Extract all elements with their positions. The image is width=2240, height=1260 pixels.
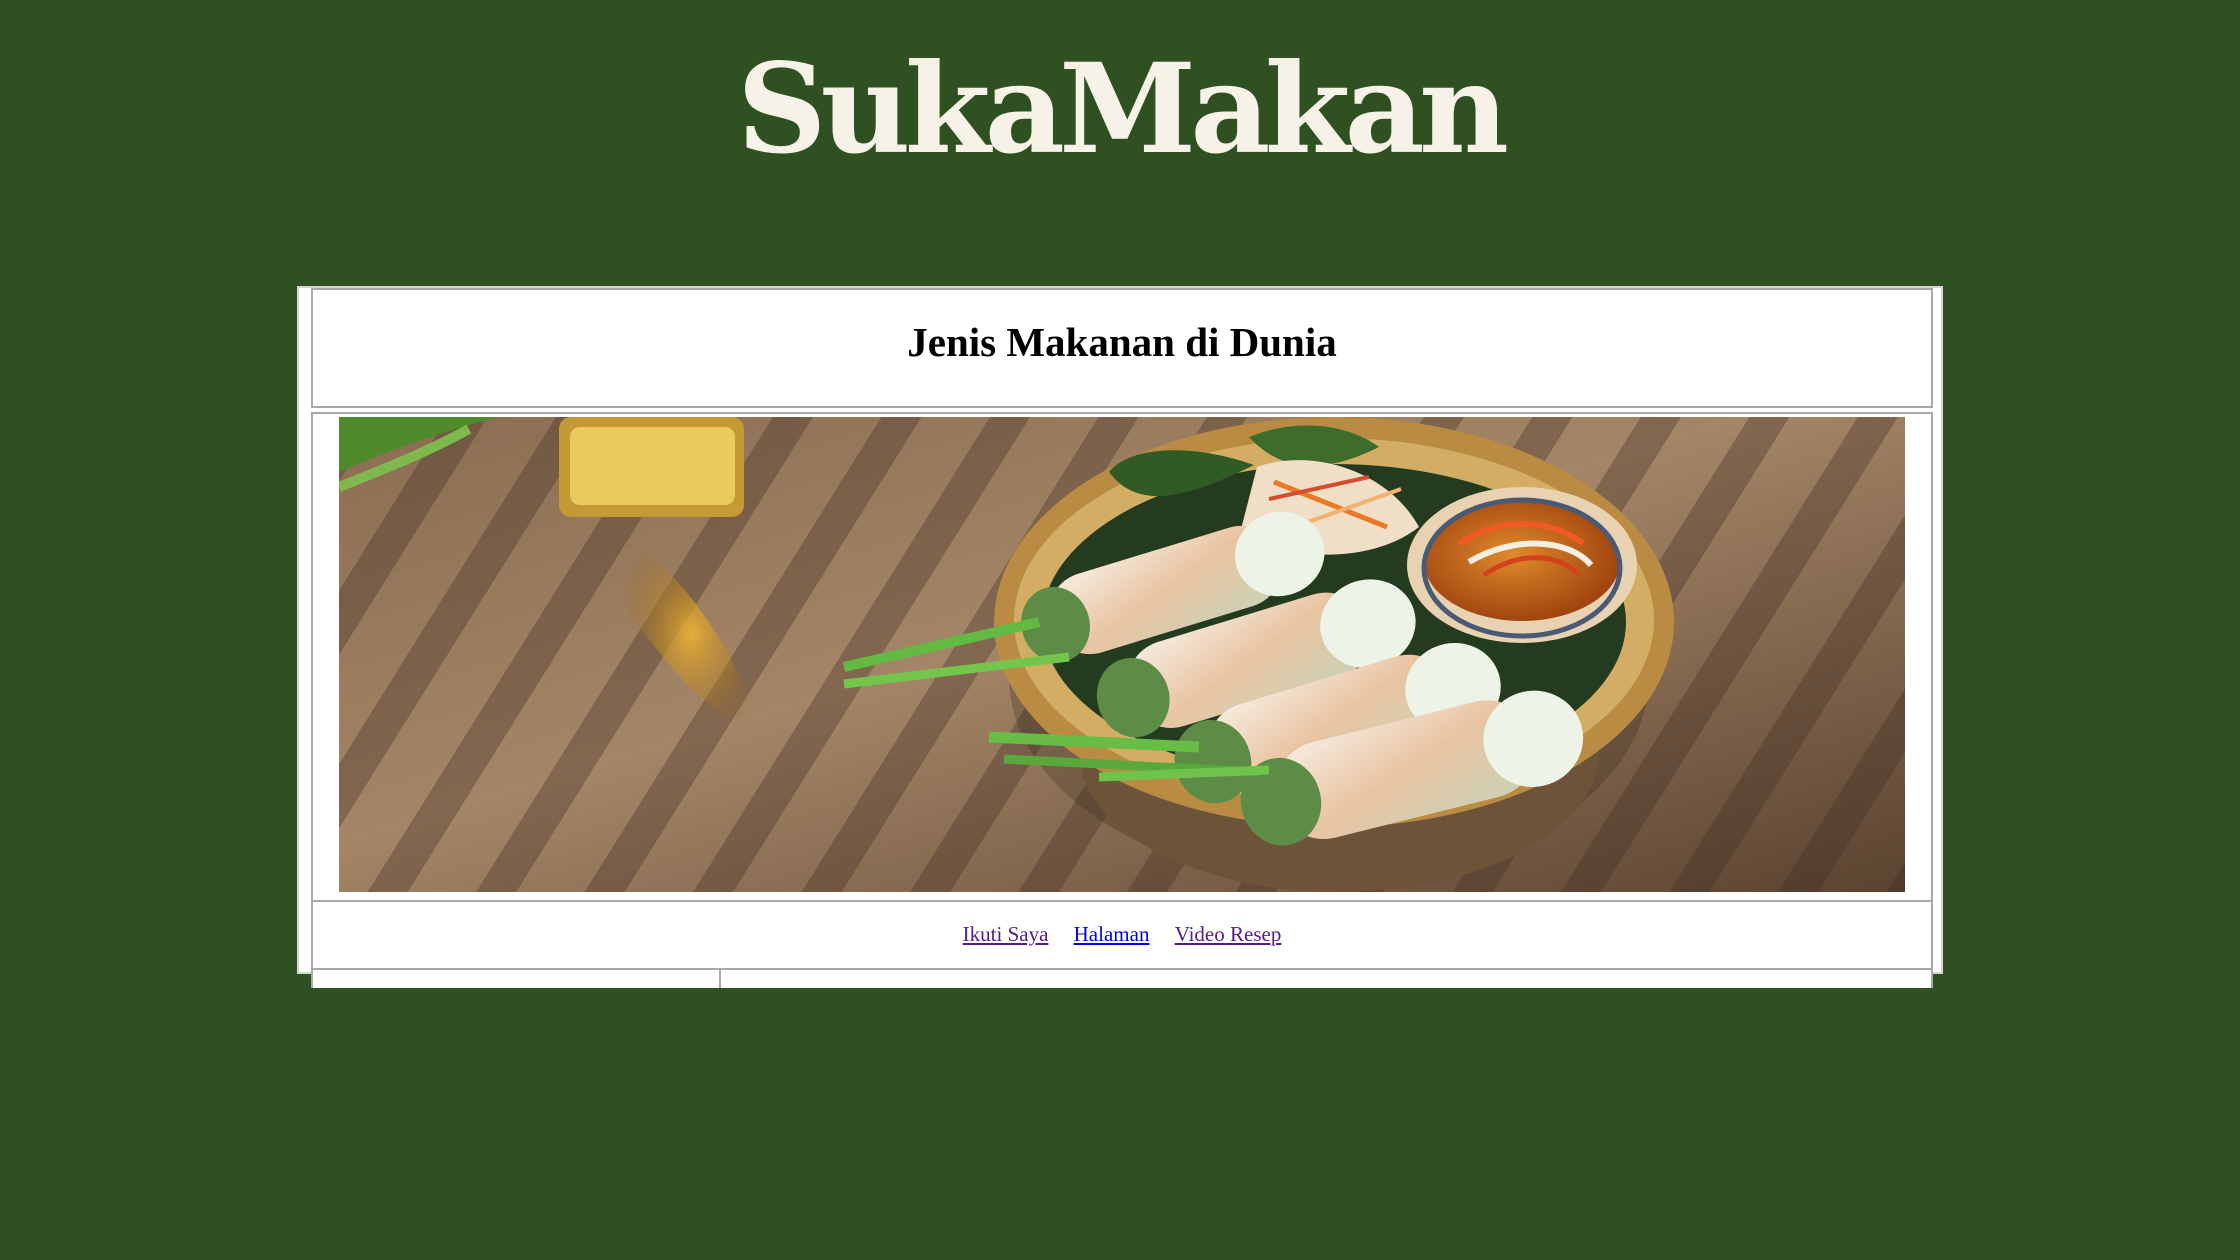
title-cell: Jenis Makanan di Dunia — [311, 288, 1933, 408]
nav-link-halaman[interactable]: Halaman — [1074, 922, 1150, 947]
navigation-links: Ikuti Saya Halaman Video Resep — [313, 922, 1931, 947]
page-title: Jenis Makanan di Dunia — [907, 319, 1337, 365]
hero-image-cell — [311, 412, 1933, 902]
right-content-cell — [719, 968, 1933, 988]
nav-link-video-resep[interactable]: Video Resep — [1175, 922, 1282, 947]
content-table: Jenis Makanan di Dunia Ikuti Saya Halama… — [297, 286, 1943, 988]
nav-link-ikuti-saya[interactable]: Ikuti Saya — [963, 922, 1049, 947]
food-photo-icon — [339, 417, 1905, 892]
left-content-cell — [311, 968, 721, 988]
site-logo: SukaMakan — [737, 37, 1509, 182]
navigation-cell: Ikuti Saya Halaman Video Resep — [311, 900, 1933, 970]
hero-image — [339, 417, 1905, 892]
